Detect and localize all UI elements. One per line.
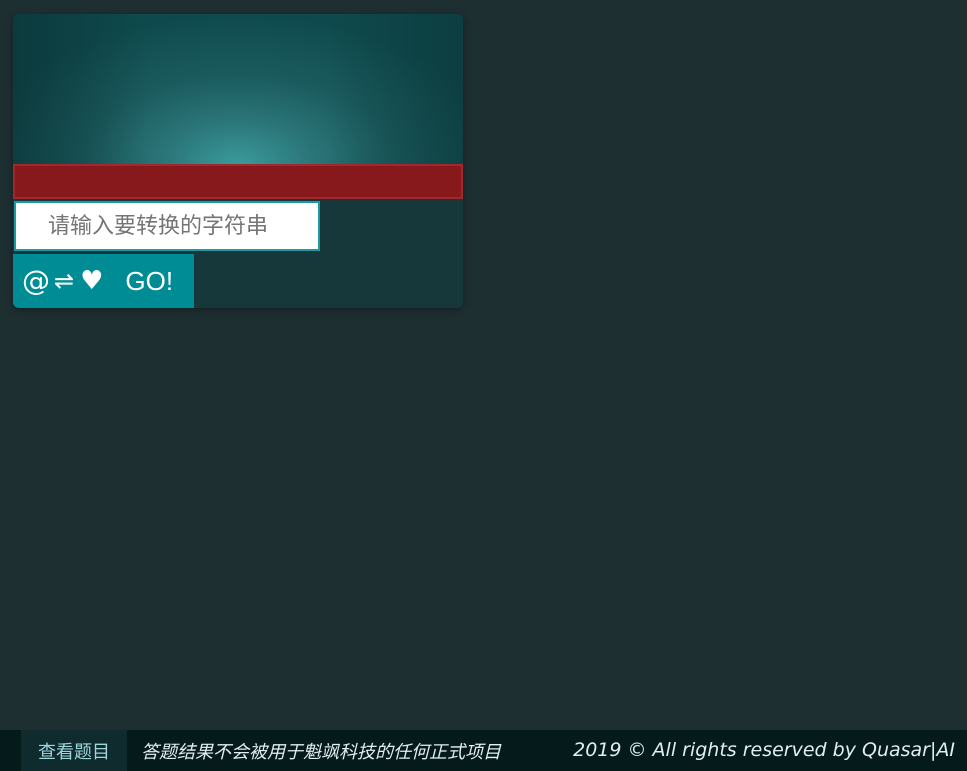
swap-icon[interactable]: ⇌ [54,254,74,308]
view-questions-tab[interactable]: 查看题目 [21,730,127,771]
footer-copyright: 2019 © All rights reserved by Quasar|AI [573,739,955,761]
footer-disclaimer: 答题结果不会被用于魁飒科技的任何正式项目 [141,741,501,763]
heart-icon[interactable]: ♥ [80,254,103,308]
hero-banner [13,14,463,164]
action-toolbar: @ ⇌ ♥ GO! [13,254,194,308]
footer: 查看题目 答题结果不会被用于魁飒科技的任何正式项目 2019 © All rig… [0,730,967,771]
string-input[interactable] [16,203,318,249]
status-bar [13,164,463,199]
string-input-wrapper [14,201,320,251]
at-icon[interactable]: @ [22,254,50,308]
go-button[interactable]: GO! [125,266,173,297]
page: @ ⇌ ♥ GO! 查看题目 答题结果不会被用于魁飒科技的任何正式项目 2019… [0,0,967,771]
converter-card: @ ⇌ ♥ GO! [13,14,463,308]
